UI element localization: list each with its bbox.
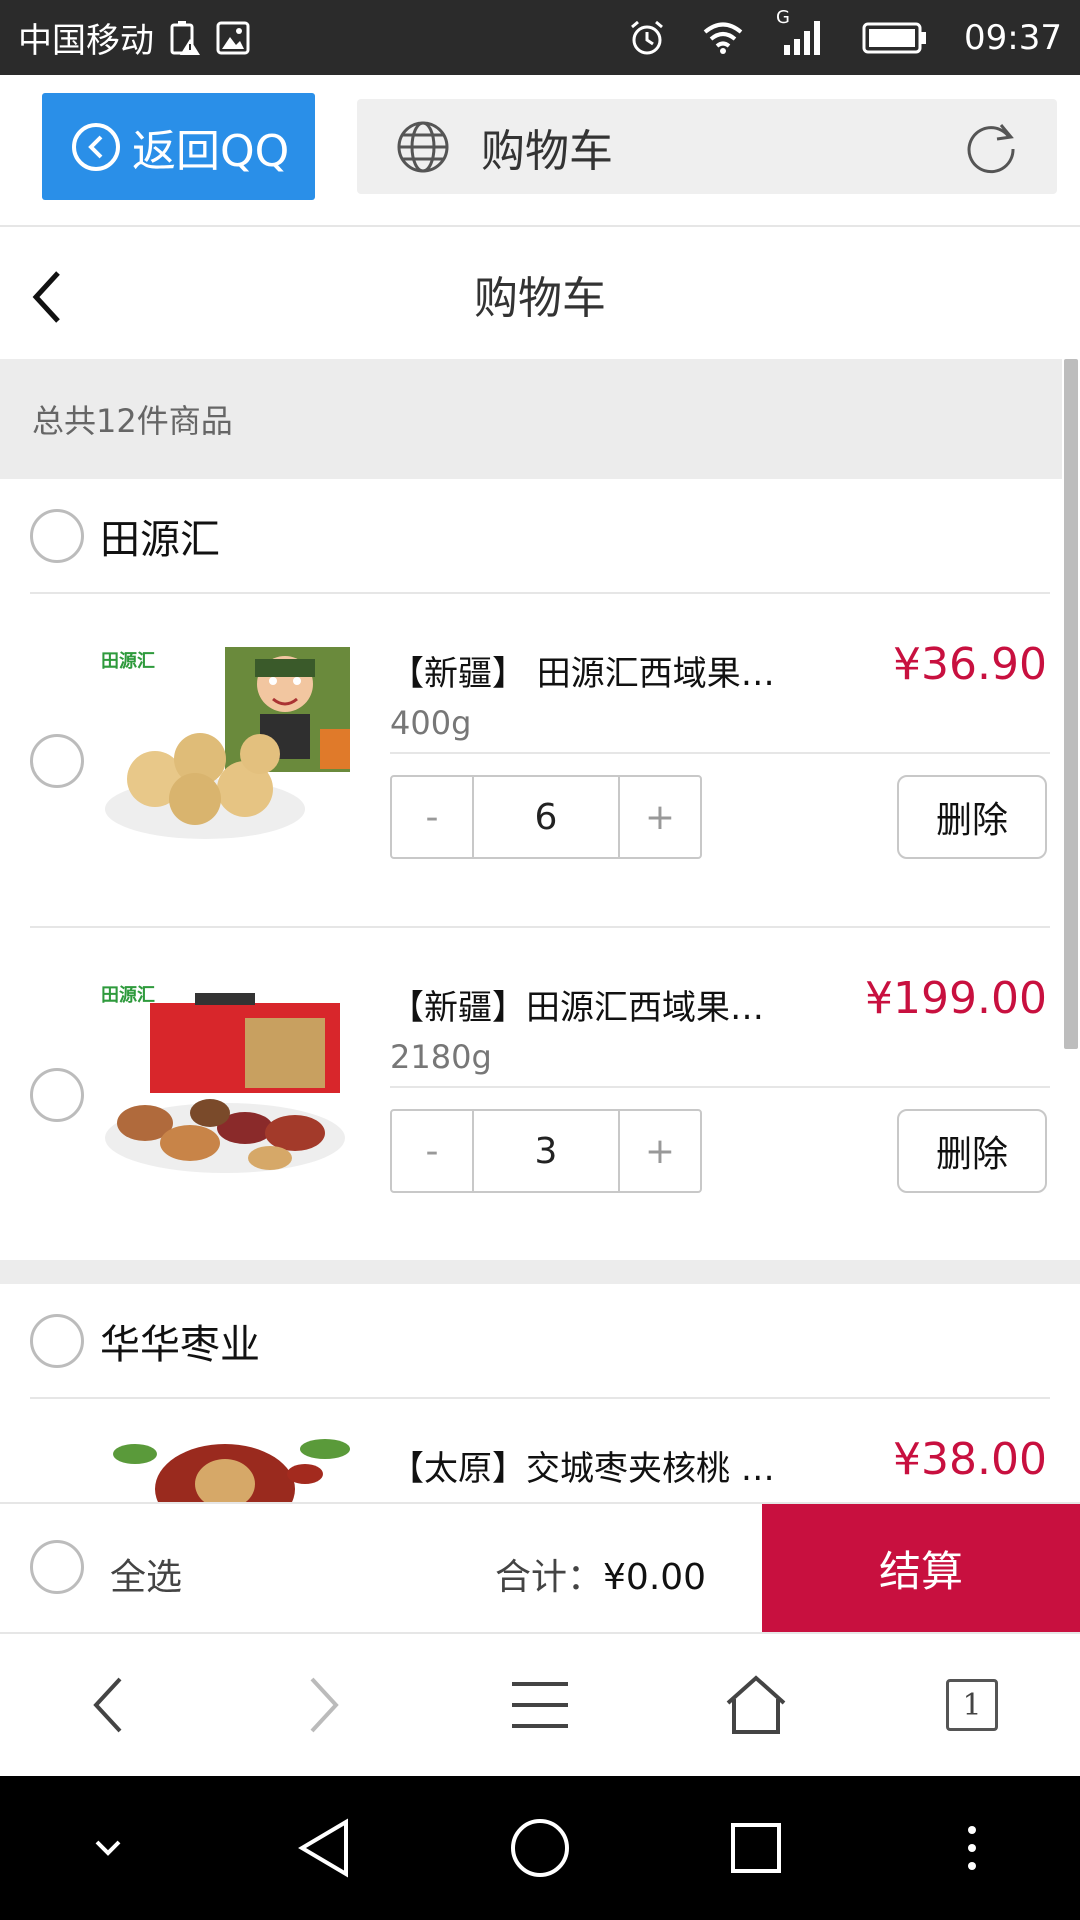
quantity-increase-button[interactable]: + — [620, 777, 700, 857]
network-type: G — [776, 6, 790, 28]
shop-group: 田源汇 田源汇 【新疆】 田源汇西域果… ¥36.90 400g - 6 + 删… — [0, 479, 1062, 1260]
system-home-icon[interactable] — [480, 1798, 600, 1898]
product-image[interactable] — [95, 1434, 360, 1502]
cart-item: 田源汇 【新疆】田源汇西域果… ¥199.00 2180g - 3 + 删除 — [0, 928, 1062, 1262]
back-arrow-icon[interactable] — [28, 269, 68, 329]
product-spec: 400g — [390, 704, 472, 742]
product-price: ¥199.00 — [865, 973, 1047, 1024]
item-inner-divider — [390, 1086, 1050, 1088]
recent-apps-icon[interactable] — [696, 1798, 816, 1898]
shop-group: 华华枣业 【太原】交城枣夹核桃 … ¥38.00 — [0, 1284, 1062, 1502]
page-title: 购物车 — [474, 273, 606, 324]
system-back-icon[interactable] — [264, 1798, 384, 1898]
item-count-text: 总共12件商品 — [32, 402, 233, 440]
page-scrollbar[interactable] — [1064, 359, 1078, 1049]
shop-select-radio[interactable] — [30, 508, 84, 563]
battery-icon — [862, 21, 928, 55]
quantity-increase-button[interactable]: + — [620, 1111, 700, 1191]
shop-separator — [0, 1260, 1080, 1284]
product-name[interactable]: 【新疆】田源汇西域果… — [390, 980, 850, 1029]
delete-button[interactable]: 删除 — [897, 1109, 1047, 1193]
item-select-radio[interactable] — [30, 734, 84, 788]
cart-item: 田源汇 【新疆】 田源汇西域果… ¥36.90 400g - 6 + 删除 — [0, 594, 1062, 928]
image-brand-label: 田源汇 — [101, 651, 155, 672]
delete-button[interactable]: 删除 — [897, 775, 1047, 859]
product-image[interactable]: 田源汇 — [95, 639, 360, 854]
address-bar-title: 购物车 — [481, 125, 613, 177]
shop-header: 华华枣业 — [30, 1284, 1050, 1399]
shop-select-radio[interactable] — [30, 1313, 84, 1368]
back-to-qq-label: 返回QQ — [132, 125, 290, 177]
quantity-decrease-button[interactable]: - — [392, 777, 472, 857]
image-brand-label: 田源汇 — [101, 985, 155, 1006]
product-spec: 2180g — [390, 1038, 492, 1076]
total-label: 合计： — [495, 1557, 604, 1598]
select-all-radio[interactable] — [30, 1540, 84, 1594]
menu-icon[interactable] — [480, 1655, 600, 1755]
chevron-down-icon[interactable] — [48, 1798, 168, 1898]
item-inner-divider — [390, 752, 1050, 754]
image-icon — [216, 21, 250, 55]
shop-name: 田源汇 — [100, 516, 220, 563]
quantity-value[interactable]: 3 — [472, 1111, 620, 1191]
browser-toolbar: 1 — [0, 1632, 1080, 1776]
quantity-stepper: - 6 + — [390, 775, 702, 859]
quantity-stepper: - 3 + — [390, 1109, 702, 1193]
page-title-bar: 购物车 — [0, 229, 1080, 359]
more-options-icon[interactable] — [912, 1798, 1032, 1898]
system-navigation-bar — [0, 1776, 1080, 1920]
shop-header: 田源汇 — [30, 479, 1050, 594]
back-to-qq-button[interactable]: 返回QQ — [42, 93, 315, 200]
browser-back-icon[interactable] — [48, 1655, 168, 1755]
signal-icon: G — [776, 7, 826, 57]
product-name[interactable]: 【太原】交城枣夹核桃 … — [390, 1441, 850, 1490]
quantity-value[interactable]: 6 — [472, 777, 620, 857]
clock-time: 09:37 — [964, 17, 1062, 58]
alarm-icon — [628, 19, 666, 57]
battery-warning-icon — [168, 19, 202, 57]
quantity-decrease-button[interactable]: - — [392, 1111, 472, 1191]
browser-forward-icon[interactable] — [264, 1655, 384, 1755]
tab-count: 1 — [946, 1679, 998, 1731]
shop-name: 华华枣业 — [100, 1321, 260, 1368]
product-image[interactable]: 田源汇 — [95, 973, 360, 1188]
tabs-button[interactable]: 1 — [912, 1655, 1032, 1755]
reload-icon[interactable] — [963, 119, 1019, 175]
globe-icon — [395, 119, 451, 175]
home-icon[interactable] — [696, 1655, 816, 1755]
item-select-radio[interactable] — [30, 1068, 84, 1122]
product-price: ¥38.00 — [893, 1434, 1047, 1485]
total-amount: ¥0.00 — [603, 1557, 707, 1598]
product-name[interactable]: 【新疆】 田源汇西域果… — [390, 646, 850, 695]
carrier-name: 中国移动 — [18, 21, 154, 61]
checkout-bar: 全选 合计：¥0.00 结算 — [0, 1502, 1080, 1632]
total-price: 合计：¥0.00 — [495, 1548, 706, 1600]
cart-summary: 总共12件商品 — [0, 359, 1062, 479]
wifi-icon — [702, 21, 744, 55]
back-circle-icon — [72, 122, 120, 171]
status-bar: 中国移动 G 09:37 — [0, 0, 1080, 75]
product-price: ¥36.90 — [893, 639, 1047, 690]
select-all-label[interactable]: 全选 — [110, 1548, 182, 1600]
cart-item: 【太原】交城枣夹核桃 … ¥38.00 — [0, 1399, 1062, 1502]
address-bar[interactable]: 购物车 — [357, 99, 1057, 194]
browser-header: 返回QQ 购物车 — [0, 75, 1080, 227]
checkout-button[interactable]: 结算 — [762, 1504, 1080, 1632]
